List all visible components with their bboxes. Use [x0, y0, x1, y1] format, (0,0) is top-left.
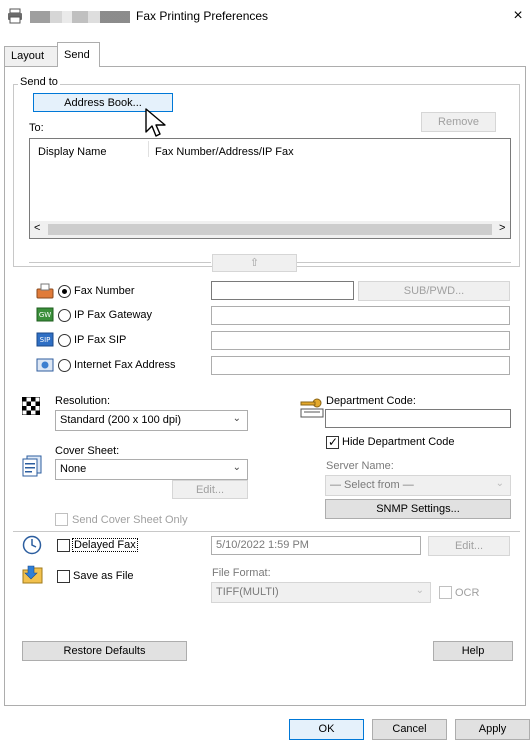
server-name-label: Server Name: [326, 460, 394, 472]
up-arrow-icon: ⇧ [249, 257, 260, 269]
fax-number-label: Fax Number [74, 285, 135, 297]
mouse-cursor-icon [145, 108, 166, 137]
internet-fax-input[interactable] [211, 356, 510, 375]
ocr-label: OCR [455, 587, 480, 599]
key-icon [300, 398, 324, 418]
resolution-label: Resolution: [55, 395, 111, 407]
ip-fax-sip-input[interactable] [211, 331, 510, 350]
cover-sheet-label: Cover Sheet: [55, 445, 120, 457]
chevron-down-icon: ⌄ [232, 413, 241, 424]
to-label: To: [29, 122, 44, 134]
cover-sheet-edit-label: Edit... [195, 484, 225, 496]
department-code-input[interactable] [325, 409, 511, 428]
tab-layout[interactable]: Layout [4, 46, 58, 66]
add-recipient-button[interactable]: ⇧ [212, 254, 297, 272]
internet-fax-radio[interactable] [58, 359, 71, 372]
recipient-list[interactable]: Display Name Fax Number/Address/IP Fax <… [29, 138, 511, 239]
save-as-file-label: Save as File [73, 570, 134, 582]
resolution-select[interactable]: Standard (200 x 100 dpi) ⌄ [55, 410, 248, 431]
separator [29, 262, 211, 263]
tab-send[interactable]: Send [57, 42, 100, 67]
printer-icon [8, 8, 22, 24]
address-book-label: Address Book... [64, 97, 142, 109]
help-button[interactable]: Help [433, 641, 513, 661]
sub-pwd-button[interactable]: SUB/PWD... [358, 281, 510, 301]
file-format-select[interactable]: TIFF(MULTI) ⌄ [211, 582, 431, 603]
chevron-down-icon: ⌄ [415, 585, 424, 596]
ok-button[interactable]: OK [289, 719, 364, 740]
scroll-left-arrow[interactable]: < [34, 222, 40, 234]
cover-sheet-edit-button[interactable]: Edit... [172, 480, 248, 499]
svg-text:GW: GW [39, 311, 51, 319]
column-header-display-name[interactable]: Display Name [38, 146, 106, 158]
folder-icon [22, 565, 43, 584]
column-divider [148, 141, 149, 157]
ip-fax-gateway-input[interactable] [211, 306, 510, 325]
send-to-group-label: Send to [18, 76, 60, 88]
resolution-checkerboard-icon [22, 397, 40, 415]
file-format-label: File Format: [212, 567, 271, 579]
cover-sheet-icon [22, 455, 42, 477]
sub-pwd-label: SUB/PWD... [403, 285, 465, 297]
delayed-fax-edit-button[interactable]: Edit... [428, 536, 510, 556]
fax-number-radio[interactable] [58, 285, 71, 298]
apply-label: Apply [478, 723, 507, 735]
snmp-settings-button[interactable]: SNMP Settings... [325, 499, 511, 519]
fax-number-input[interactable] [211, 281, 354, 300]
snmp-settings-label: SNMP Settings... [376, 503, 460, 515]
column-header-fax-number[interactable]: Fax Number/Address/IP Fax [155, 146, 294, 158]
chevron-down-icon: ⌄ [495, 478, 504, 489]
svg-text:SIP: SIP [40, 336, 51, 344]
separator [297, 262, 511, 263]
resolution-value: Standard (200 x 100 dpi) [60, 414, 182, 426]
cover-sheet-select[interactable]: None ⌄ [55, 459, 248, 480]
separator [13, 531, 520, 532]
cancel-button[interactable]: Cancel [372, 719, 447, 740]
ip-fax-sip-icon: SIP [36, 332, 54, 347]
ip-fax-sip-label: IP Fax SIP [74, 334, 127, 346]
delayed-fax-checkbox[interactable] [57, 539, 70, 552]
server-name-value: — Select from — [330, 479, 414, 491]
window-title: Fax Printing Preferences [136, 9, 269, 23]
fax-machine-icon [36, 283, 54, 299]
cover-sheet-value: None [60, 463, 87, 475]
cancel-label: Cancel [392, 723, 427, 735]
scrollbar-thumb[interactable] [48, 224, 492, 235]
scroll-right-arrow[interactable]: > [499, 222, 505, 234]
remove-button[interactable]: Remove [421, 112, 496, 132]
send-cover-sheet-only-checkbox[interactable] [55, 513, 68, 526]
hide-department-code-checkbox[interactable] [326, 435, 339, 449]
ip-fax-gateway-icon: GW [36, 307, 54, 322]
hide-department-code-label: Hide Department Code [342, 436, 455, 448]
restore-defaults-button[interactable]: Restore Defaults [22, 641, 187, 661]
apply-button[interactable]: Apply [455, 719, 530, 740]
server-name-select[interactable]: — Select from — ⌄ [325, 475, 511, 496]
file-format-value: TIFF(MULTI) [216, 586, 279, 598]
chevron-down-icon: ⌄ [232, 462, 241, 473]
title-bar: Fax Printing Preferences × [0, 0, 532, 32]
ip-fax-sip-radio[interactable] [58, 334, 71, 347]
ok-label: OK [318, 723, 335, 735]
remove-label: Remove [438, 116, 479, 128]
ocr-checkbox[interactable] [439, 586, 452, 599]
ip-fax-gateway-label: IP Fax Gateway [74, 309, 153, 321]
delayed-fax-datetime[interactable]: 5/10/2022 1:59 PM [211, 536, 421, 555]
redacted-printer-name [30, 11, 130, 23]
internet-fax-icon [36, 358, 54, 372]
close-button[interactable]: × [508, 6, 528, 26]
restore-defaults-label: Restore Defaults [63, 645, 146, 657]
department-code-label: Department Code: [326, 395, 416, 407]
ip-fax-gateway-radio[interactable] [58, 309, 71, 322]
send-cover-sheet-only-label: Send Cover Sheet Only [72, 514, 188, 526]
delayed-fax-label: Delayed Fax [72, 538, 138, 552]
delayed-fax-edit-label: Edit... [454, 540, 484, 552]
save-as-file-checkbox[interactable] [57, 570, 70, 583]
help-label: Help [461, 645, 485, 657]
horizontal-scrollbar[interactable]: < > [30, 221, 510, 238]
clock-icon [22, 535, 42, 555]
internet-fax-label: Internet Fax Address [74, 359, 176, 371]
